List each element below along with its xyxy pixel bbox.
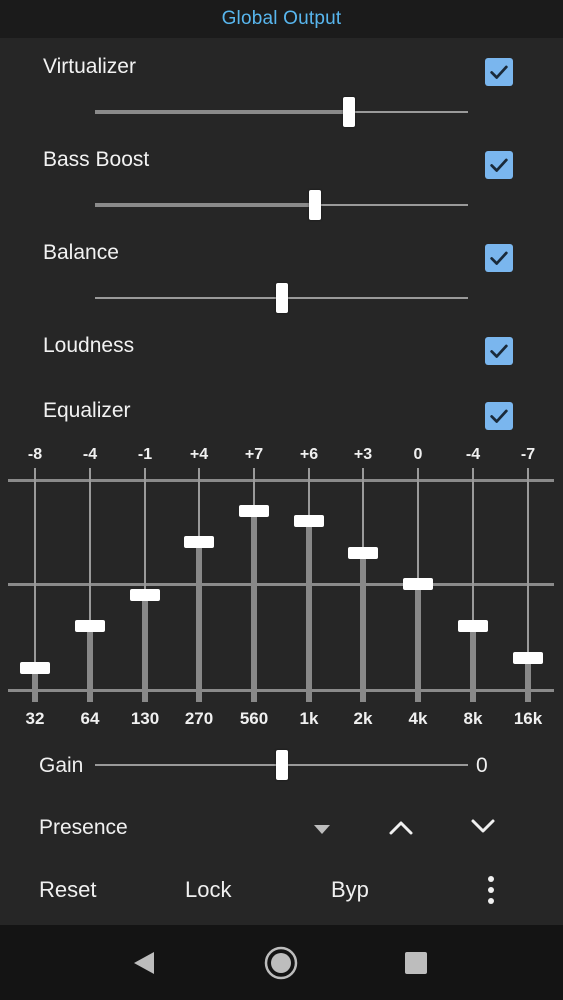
eq-band-frequency: 4k <box>408 709 428 728</box>
slider-fill <box>95 203 315 207</box>
slider-thumb[interactable] <box>276 750 288 780</box>
eq-band-fill <box>142 594 148 702</box>
eq-band-fill <box>87 626 93 702</box>
eq-band-fill <box>251 510 257 702</box>
balance-checkbox[interactable] <box>485 244 513 272</box>
eq-band-frequency: 16k <box>513 709 543 728</box>
eq-band-fill <box>470 626 476 702</box>
bass-boost-label: Bass Boost <box>43 148 150 171</box>
eq-band-16k[interactable]: -7 16k <box>501 440 555 740</box>
eq-band-value: -4 <box>465 446 481 463</box>
more-vertical-icon <box>488 876 494 904</box>
overflow-menu-button[interactable] <box>476 874 506 906</box>
eq-band-value: 0 <box>413 446 423 463</box>
recents-square-icon <box>405 952 427 974</box>
check-icon <box>490 65 508 79</box>
eq-band-frequency: 2k <box>353 709 373 728</box>
eq-band-frequency: 1k <box>299 709 319 728</box>
eq-band-64[interactable]: -4 64 <box>63 440 117 740</box>
back-triangle-icon <box>134 952 154 974</box>
chevron-down-icon <box>471 819 495 833</box>
reset-button[interactable]: Reset <box>39 877 96 903</box>
gain-slider[interactable] <box>95 750 468 780</box>
equalizer-panel: -8 32 -4 64 -1 130 +4 270 +7 560 +6 1k +3 2k 0 4k -4 8k -7… <box>0 440 563 740</box>
eq-band-thumb[interactable] <box>458 620 488 632</box>
eq-band-130[interactable]: -1 130 <box>118 440 172 740</box>
equalizer-checkbox[interactable] <box>485 402 513 430</box>
eq-band-thumb[interactable] <box>184 536 214 548</box>
eq-band-fill <box>525 657 531 702</box>
preset-dropdown[interactable] <box>312 822 332 836</box>
gain-value: 0 <box>476 754 488 777</box>
eq-band-thumb[interactable] <box>130 588 160 601</box>
eq-band-4k[interactable]: 0 4k <box>391 440 445 740</box>
check-icon <box>490 344 508 358</box>
chevron-up-icon <box>389 821 413 835</box>
virtualizer-slider[interactable] <box>95 97 468 127</box>
eq-band-value: +4 <box>189 446 209 463</box>
eq-band-2k[interactable]: +3 2k <box>336 440 390 740</box>
eq-band-thumb[interactable] <box>20 662 50 674</box>
eq-band-value: -7 <box>520 446 536 463</box>
slider-thumb[interactable] <box>309 190 321 220</box>
eq-band-thumb[interactable] <box>75 620 105 632</box>
equalizer-label: Equalizer <box>43 399 131 422</box>
eq-band-frequency: 64 <box>80 709 100 728</box>
bass-boost-checkbox[interactable] <box>485 151 513 179</box>
eq-band-8k[interactable]: -4 8k <box>446 440 500 740</box>
balance-slider[interactable] <box>95 283 468 313</box>
eq-band-frequency: 560 <box>239 709 269 728</box>
eq-band-frequency: 8k <box>463 709 483 728</box>
home-circle-icon <box>264 946 298 980</box>
eq-band-560[interactable]: +7 560 <box>227 440 281 740</box>
check-icon <box>490 251 508 265</box>
eq-band-frequency: 32 <box>25 709 45 728</box>
preset-previous-button[interactable] <box>386 813 416 843</box>
preset-next-button[interactable] <box>468 811 498 841</box>
eq-band-fill <box>415 584 421 702</box>
eq-band-thumb[interactable] <box>513 651 543 664</box>
eq-band-1k[interactable]: +6 1k <box>282 440 336 740</box>
slider-thumb[interactable] <box>343 97 355 127</box>
nav-back-button[interactable] <box>130 949 158 982</box>
bypass-button[interactable]: Byp <box>331 877 369 903</box>
loudness-label: Loudness <box>43 334 135 357</box>
eq-band-value: +7 <box>244 446 264 463</box>
eq-band-thumb[interactable] <box>294 515 324 527</box>
preset-name[interactable]: Presence <box>39 816 128 840</box>
header-title[interactable]: Global Output <box>222 8 342 30</box>
eq-band-thumb[interactable] <box>403 578 433 590</box>
lock-button[interactable]: Lock <box>185 877 231 903</box>
header-bar: Global Output <box>0 0 563 38</box>
eq-band-270[interactable]: +4 270 <box>172 440 226 740</box>
balance-label: Balance <box>43 241 119 264</box>
eq-band-value: +3 <box>353 446 373 463</box>
eq-band-value: -4 <box>82 446 98 463</box>
eq-band-value: -1 <box>137 446 153 463</box>
eq-band-value: +6 <box>299 446 319 463</box>
slider-thumb[interactable] <box>276 283 288 313</box>
virtualizer-checkbox[interactable] <box>485 58 513 86</box>
eq-band-value: -8 <box>27 446 43 463</box>
nav-home-button[interactable] <box>264 946 298 985</box>
loudness-checkbox[interactable] <box>485 337 513 365</box>
eq-band-fill <box>196 542 202 702</box>
eq-band-frequency: 270 <box>184 709 214 728</box>
system-nav-bar <box>0 925 563 1000</box>
eq-band-fill <box>306 521 312 702</box>
app-root: Global Output Virtualizer Bass Boost Bal… <box>0 0 563 1000</box>
slider-fill <box>95 110 349 114</box>
check-icon <box>490 409 508 423</box>
bass-boost-slider[interactable] <box>95 190 468 220</box>
eq-band-thumb[interactable] <box>348 546 378 559</box>
caret-down-icon <box>314 825 330 834</box>
eq-band-32[interactable]: -8 32 <box>8 440 62 740</box>
virtualizer-label: Virtualizer <box>43 55 136 78</box>
check-icon <box>490 158 508 172</box>
eq-band-fill <box>360 552 366 702</box>
nav-recents-button[interactable] <box>404 951 428 980</box>
eq-band-thumb[interactable] <box>239 504 269 517</box>
gain-label: Gain <box>39 754 84 777</box>
eq-band-frequency: 130 <box>130 709 160 728</box>
